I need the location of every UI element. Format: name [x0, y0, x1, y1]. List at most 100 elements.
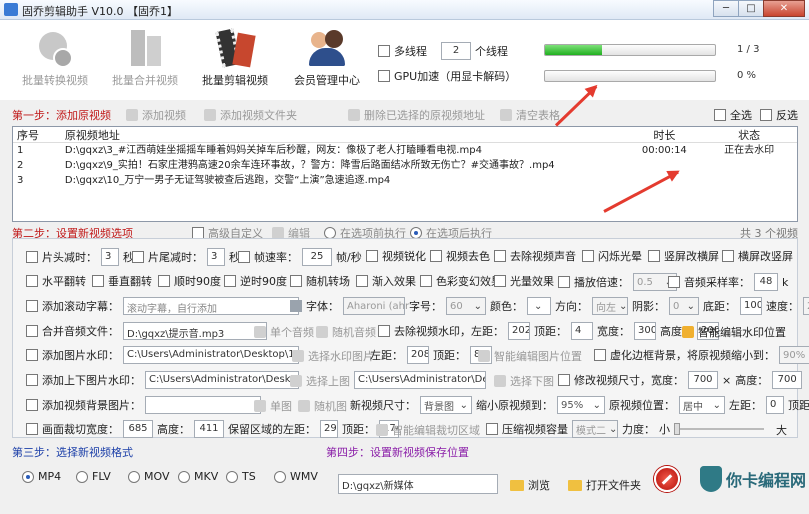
decolor-option[interactable]: 视频去色	[430, 248, 490, 264]
fps-input[interactable]: 25	[302, 248, 332, 266]
stop-icon[interactable]	[654, 466, 680, 492]
format-mp4[interactable]: MP4	[22, 470, 61, 483]
rotate-ccw-option[interactable]: 逆时90度	[224, 273, 287, 289]
shadow-select[interactable]: 0	[669, 297, 699, 315]
bottom-margin-input[interactable]: 100	[740, 297, 762, 315]
format-ts[interactable]: TS	[226, 470, 256, 483]
format-wmv[interactable]: WMV	[274, 470, 318, 483]
compress-checkbox[interactable]	[486, 423, 498, 435]
table-row[interactable]: 1 D:\gqxz\3_#江西萌娃坐摇摇车睡着妈妈关掉车后秒醒，网友：像极了老人…	[13, 143, 797, 158]
watermark-left-input[interactable]: 202	[508, 322, 530, 340]
background-image-checkbox[interactable]	[26, 399, 38, 411]
watermark-top-input[interactable]: 4	[571, 322, 593, 340]
shrink-ratio-select[interactable]: 90%	[779, 346, 809, 364]
select-all-option[interactable]: 全选	[714, 107, 752, 123]
random-transition-option[interactable]: 随机转场	[290, 273, 350, 289]
rotate-cw-option[interactable]: 顺时90度	[158, 273, 221, 289]
gpu-checkbox[interactable]	[378, 70, 390, 82]
batch-merge-button[interactable]: 批量合并视频	[100, 28, 190, 88]
clear-table-button[interactable]: 清空表格	[500, 107, 560, 123]
select-all-checkbox[interactable]	[714, 109, 726, 121]
head-cut-input[interactable]: 3	[101, 248, 119, 266]
vertical-to-horizontal-checkbox[interactable]	[648, 250, 660, 262]
fade-in-option[interactable]: 渐入效果	[356, 273, 416, 289]
font-size-select[interactable]: 60	[446, 297, 486, 315]
save-path-input[interactable]: D:\gqxz\新媒体	[338, 474, 498, 494]
single-audio-button[interactable]: 单个音频	[254, 324, 314, 340]
merge-audio-checkbox[interactable]	[26, 325, 38, 337]
format-mov[interactable]: MOV	[128, 470, 169, 483]
flash-option[interactable]: 闪烁光晕	[582, 248, 642, 264]
shrink-select[interactable]: 95%	[557, 396, 605, 414]
fade-in-checkbox[interactable]	[356, 275, 368, 287]
browse-button[interactable]: 浏览	[510, 477, 550, 493]
random-audio-button[interactable]: 随机音频	[316, 324, 376, 340]
horizontal-to-vertical-option[interactable]: 横屏改竖屏	[722, 248, 793, 264]
light-effect-option[interactable]: 光量效果	[494, 273, 554, 289]
format-flv[interactable]: FLV	[76, 470, 111, 483]
compress-mode-select[interactable]: 模式二	[572, 420, 618, 438]
format-mov-radio[interactable]	[128, 470, 140, 483]
head-cut-checkbox[interactable]	[26, 251, 38, 263]
light-effect-checkbox[interactable]	[494, 275, 506, 287]
position-select[interactable]: 居中	[679, 396, 725, 414]
fps-checkbox[interactable]	[238, 251, 250, 263]
choose-top-image-button[interactable]: 选择上图	[290, 373, 350, 389]
invert-option[interactable]: 反选	[760, 107, 798, 123]
minimize-button[interactable]: ─	[713, 0, 739, 17]
remove-watermark-checkbox[interactable]	[378, 325, 390, 337]
bottom-image-path-input[interactable]: C:\Users\Administrator\Desk	[354, 371, 486, 389]
sharpen-option[interactable]: 视频锐化	[366, 248, 426, 264]
close-button[interactable]: ✕	[763, 0, 805, 17]
vflip-option[interactable]: 垂直翻转	[92, 273, 152, 289]
font-color-select[interactable]	[527, 297, 551, 315]
crop-width-input[interactable]: 685	[123, 420, 153, 438]
batch-edit-button[interactable]: 批量剪辑视频	[190, 28, 280, 88]
hflip-checkbox[interactable]	[26, 275, 38, 287]
choose-bottom-image-button[interactable]: 选择下图	[494, 373, 554, 389]
random-transition-checkbox[interactable]	[290, 275, 302, 287]
member-center-button[interactable]: 会员管理中心	[282, 28, 372, 88]
random-image-button[interactable]: 随机图	[298, 398, 347, 414]
choose-watermark-image-button[interactable]: 选择水印图片	[292, 348, 374, 364]
invert-checkbox[interactable]	[760, 109, 772, 121]
direction-select[interactable]: 向左	[592, 297, 628, 315]
rotate-cw-checkbox[interactable]	[158, 275, 170, 287]
audio-path-input[interactable]: D:\gqxz\提示音.mp3	[123, 322, 267, 340]
format-mkv-radio[interactable]	[178, 470, 190, 483]
sharpen-checkbox[interactable]	[366, 250, 378, 262]
smart-image-position-button[interactable]: 智能编辑图片位置	[478, 348, 582, 364]
crop-left-input[interactable]: 29	[320, 420, 338, 438]
playback-speed-checkbox[interactable]	[558, 276, 570, 288]
single-image-button[interactable]: 单图	[254, 398, 292, 414]
add-folder-button[interactable]: 添加视频文件夹	[204, 107, 297, 123]
format-ts-radio[interactable]	[226, 470, 238, 483]
color-shift-option[interactable]: 色彩变幻效果	[420, 273, 502, 289]
font-select[interactable]: Aharoni (ahr	[343, 297, 409, 315]
maximize-button[interactable]: □	[738, 0, 764, 17]
mute-option[interactable]: 去除视频声音	[494, 248, 576, 264]
color-shift-checkbox[interactable]	[420, 275, 432, 287]
resize-height-input[interactable]: 700	[772, 371, 803, 389]
delete-selected-button[interactable]: 删除已选择的原视频地址	[348, 107, 485, 123]
vflip-checkbox[interactable]	[92, 275, 104, 287]
scroll-speed-select[interactable]: 2	[803, 297, 809, 315]
smart-crop-button[interactable]: 智能编辑裁切区域	[376, 422, 480, 438]
tail-cut-input[interactable]: 3	[207, 248, 225, 266]
thread-count-input[interactable]: 2	[441, 42, 471, 60]
image-watermark-left-input[interactable]: 208	[407, 346, 429, 364]
resize-width-input[interactable]: 700	[688, 371, 718, 389]
top-bottom-image-checkbox[interactable]	[26, 374, 38, 386]
format-wmv-radio[interactable]	[274, 470, 286, 483]
crop-height-input[interactable]: 411	[194, 420, 224, 438]
bg-left-input[interactable]: 0	[766, 396, 784, 414]
format-mp4-radio[interactable]	[22, 470, 34, 483]
vertical-to-horizontal-option[interactable]: 竖屏改横屏	[648, 248, 719, 264]
sample-rate-input[interactable]: 48	[754, 273, 778, 291]
flash-checkbox[interactable]	[582, 250, 594, 262]
horizontal-to-vertical-checkbox[interactable]	[722, 250, 734, 262]
new-size-select[interactable]: 背景图	[420, 396, 472, 414]
strength-slider-handle[interactable]	[674, 423, 680, 435]
blur-border-checkbox[interactable]	[594, 349, 606, 361]
mute-checkbox[interactable]	[494, 250, 506, 262]
